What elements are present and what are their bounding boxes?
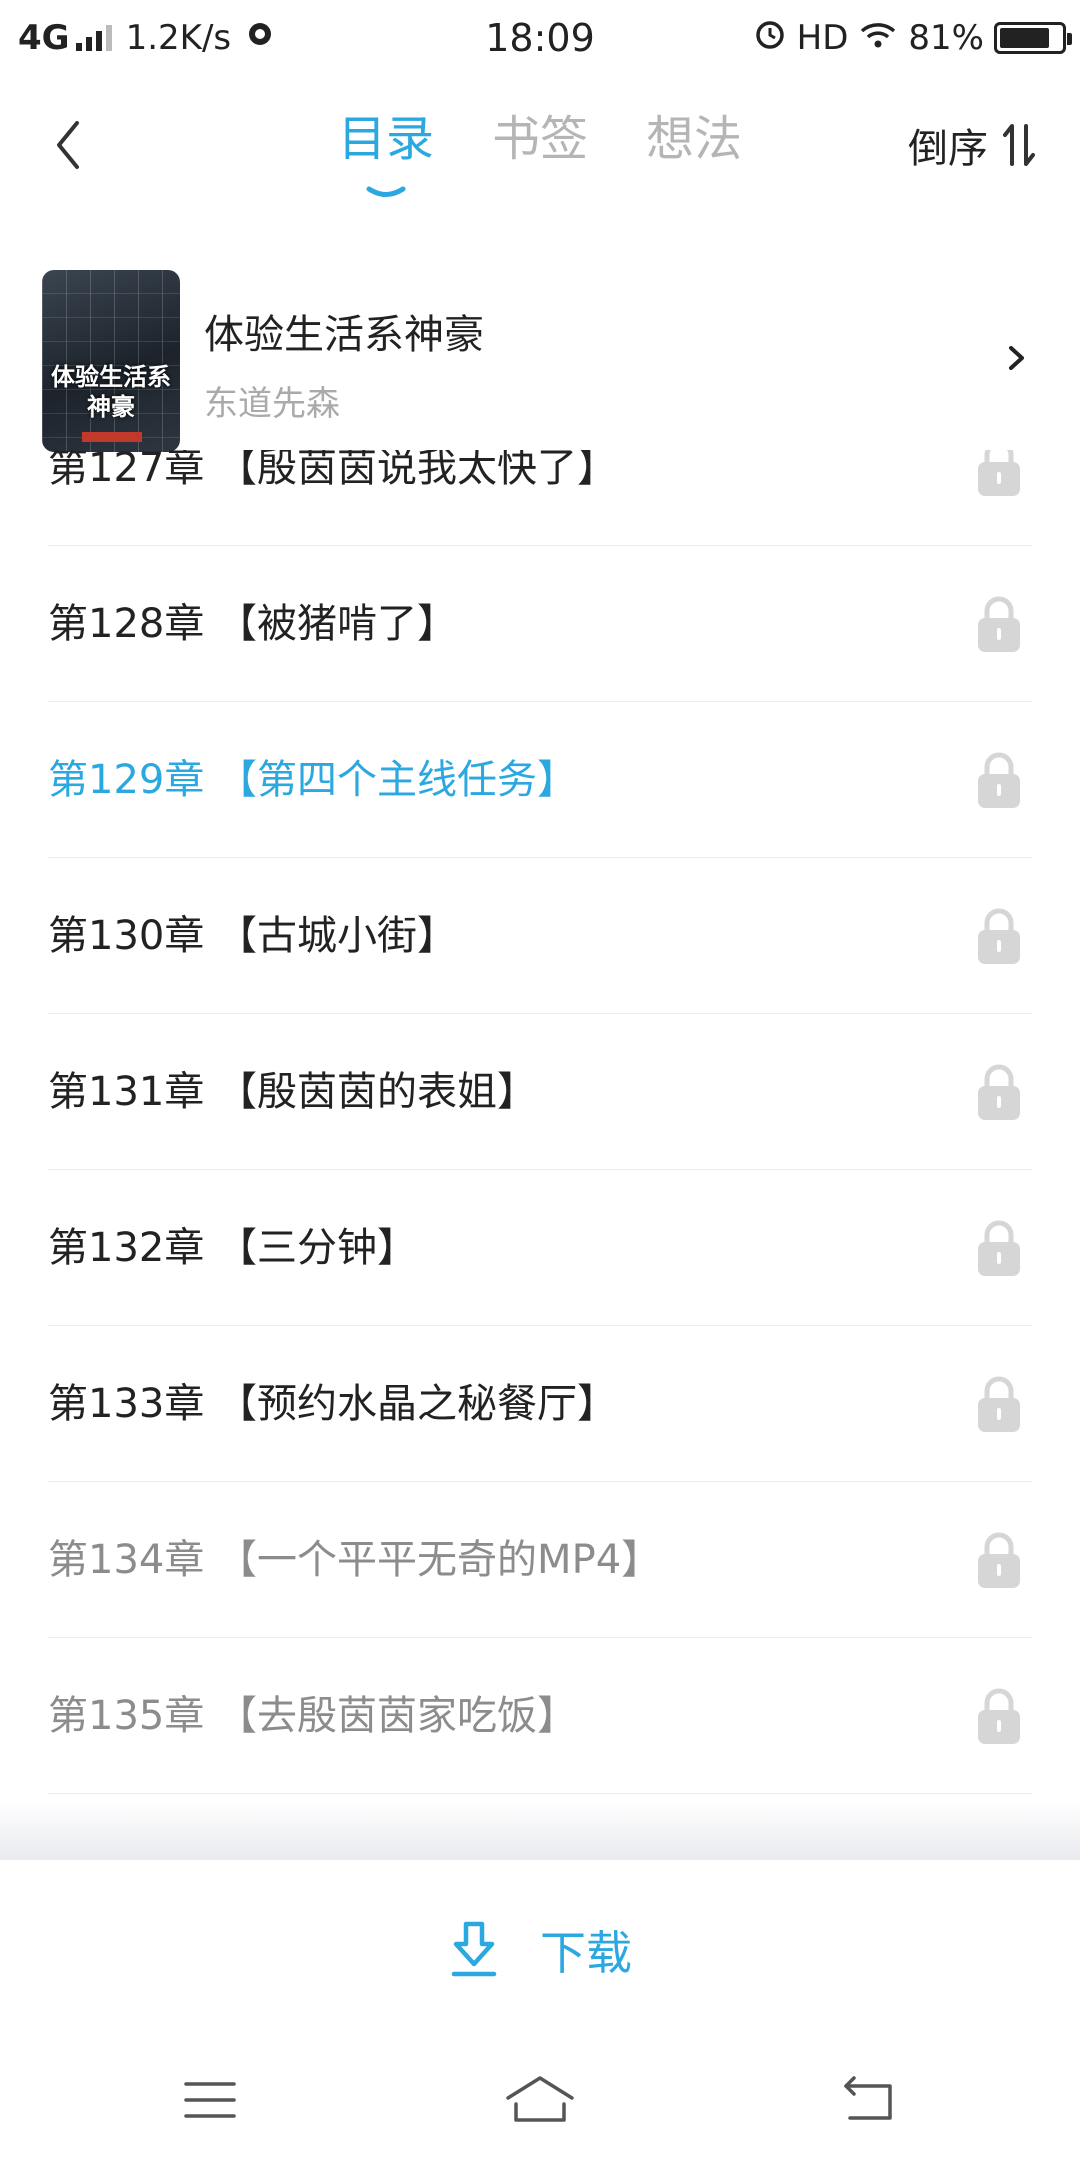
lock-icon — [978, 1064, 1020, 1120]
lock-icon — [978, 1688, 1020, 1744]
chapter-row[interactable]: 第133章 【预约水晶之秘餐厅】 — [48, 1326, 1032, 1482]
lock-icon — [978, 752, 1020, 808]
wifi-icon — [858, 18, 898, 58]
header: 目录 书签 想法 倒序 — [0, 80, 1080, 210]
tab-notes[interactable]: 想法 — [646, 104, 742, 174]
chevron-right-icon — [1009, 346, 1024, 370]
chapter-row[interactable]: 第130章 【古城小街】 — [48, 858, 1032, 1014]
tab-contents-label: 目录 — [337, 111, 434, 167]
tab-notes-label: 想法 — [646, 111, 743, 167]
home-icon — [506, 2076, 574, 2122]
chapter-title: 第133章 【预约水晶之秘餐厅】 — [48, 1381, 618, 1427]
chapter-row[interactable]: 第135章 【去殷茵茵家吃饭】 — [48, 1638, 1032, 1794]
download-icon — [451, 1921, 497, 1977]
hd-indicator: HD — [796, 18, 849, 58]
lock-icon — [978, 1376, 1020, 1432]
lock-icon — [978, 1220, 1020, 1276]
download-bar: 下载 — [0, 1862, 1080, 2038]
book-info-row[interactable]: 体验生活系神豪 体验生活系神豪 东道先森 — [0, 268, 1080, 454]
tab-bookmarks[interactable]: 书签 — [492, 104, 588, 174]
chapter-row[interactable]: 第134章 【一个平平无奇的MP4】 — [48, 1482, 1032, 1638]
chapter-row[interactable]: 第131章 【殷茵茵的表姐】 — [48, 1014, 1032, 1170]
system-nav-bar — [0, 2040, 1080, 2160]
chapter-row[interactable]: 第128章 【被猪啃了】 — [48, 546, 1032, 702]
book-author: 东道先森 — [204, 384, 340, 424]
chapter-title: 第135章 【去殷茵茵家吃饭】 — [48, 1693, 578, 1739]
book-cover: 体验生活系神豪 — [42, 270, 180, 452]
book-title: 体验生活系神豪 — [204, 312, 484, 358]
status-bar: 4G 1.2K/s 18:09 HD 81% — [0, 0, 1080, 76]
chapter-row[interactable]: 第129章 【第四个主线任务】 — [48, 702, 1032, 858]
lock-icon — [978, 908, 1020, 964]
battery-percent: 81% — [908, 18, 984, 58]
sort-order-label: 倒序 — [908, 126, 988, 172]
chapter-row[interactable]: 第132章 【三分钟】 — [48, 1170, 1032, 1326]
chapter-list[interactable]: 第127章 【殷茵茵说我太快了】第128章 【被猪啃了】第129章 【第四个主线… — [0, 450, 1080, 1860]
list-fade — [0, 1800, 1080, 1860]
nav-home-button[interactable] — [500, 2070, 580, 2130]
chapter-title: 第132章 【三分钟】 — [48, 1225, 418, 1271]
chapter-title: 第134章 【一个平平无奇的MP4】 — [48, 1537, 662, 1583]
lock-icon — [978, 1532, 1020, 1588]
alarm-icon — [753, 17, 787, 60]
back-icon — [844, 2076, 892, 2120]
lock-icon — [978, 596, 1020, 652]
battery-icon — [994, 22, 1072, 54]
lock-icon — [978, 450, 1020, 496]
download-label: 下载 — [540, 1926, 632, 1980]
tab-contents[interactable]: 目录 — [337, 104, 434, 197]
nav-menu-button[interactable] — [170, 2070, 250, 2130]
chapter-title: 第131章 【殷茵茵的表姐】 — [48, 1069, 538, 1115]
chapter-title: 第129章 【第四个主线任务】 — [48, 757, 578, 803]
chapter-title: 第128章 【被猪啃了】 — [48, 601, 458, 647]
sort-icon — [1003, 124, 1035, 166]
sort-order-button[interactable]: 倒序 — [908, 110, 1036, 180]
status-right: HD 81% — [743, 12, 1072, 64]
book-cover-title: 体验生活系神豪 — [51, 362, 171, 421]
chapter-title: 第127章 【殷茵茵说我太快了】 — [48, 450, 618, 491]
tab-active-indicator — [366, 186, 406, 197]
menu-icon — [184, 2082, 236, 2118]
chapter-title: 第130章 【古城小街】 — [48, 913, 458, 959]
nav-back-button[interactable] — [830, 2070, 910, 2130]
chapter-row[interactable]: 第127章 【殷茵茵说我太快了】 — [48, 450, 1032, 546]
download-button[interactable]: 下载 — [448, 1917, 632, 1983]
tab-bookmarks-label: 书签 — [491, 111, 588, 167]
